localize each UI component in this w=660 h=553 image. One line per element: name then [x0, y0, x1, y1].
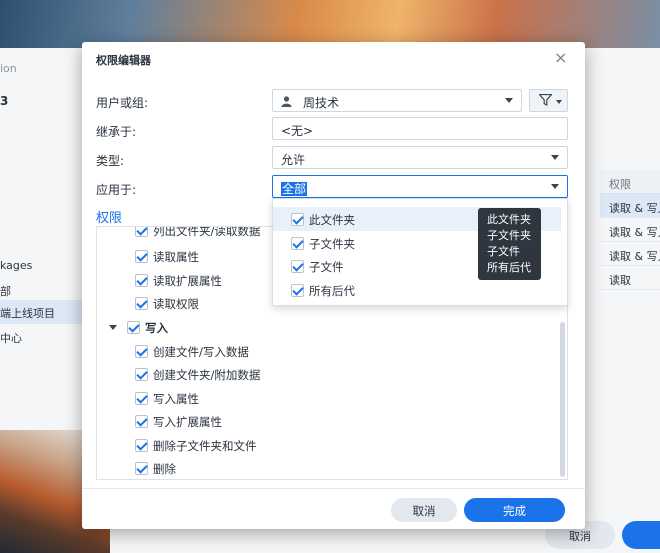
desktop-wallpaper	[0, 0, 660, 48]
checkbox[interactable]	[135, 368, 148, 381]
checkbox[interactable]	[291, 284, 304, 297]
footer-divider	[82, 488, 585, 489]
tooltip: 此文件夹 子文件夹 子文件 所有后代	[478, 208, 541, 280]
background-window-title: ion	[0, 62, 17, 75]
checkbox[interactable]	[127, 321, 140, 334]
scrollbar[interactable]	[560, 322, 565, 480]
user-or-group-label: 用户或组:	[96, 96, 149, 110]
type-label: 类型:	[96, 154, 125, 168]
table-row[interactable]: 读取 & 写入	[600, 218, 660, 242]
permission-item[interactable]: 读取扩展属性	[135, 273, 222, 289]
checkbox[interactable]	[135, 415, 148, 428]
type-select[interactable]: 允许	[272, 146, 568, 169]
apply-to-label: 应用于:	[96, 183, 137, 197]
checkbox[interactable]	[135, 250, 148, 263]
permission-item[interactable]: 删除	[135, 461, 176, 477]
table-row[interactable]: 读取 & 写入	[600, 194, 660, 218]
checkbox[interactable]	[135, 345, 148, 358]
checkbox[interactable]	[291, 213, 304, 226]
chevron-down-icon	[551, 184, 559, 189]
apply-to-value: 全部	[281, 182, 308, 196]
chevron-down-icon	[556, 100, 562, 104]
dropdown-option-all-descendants[interactable]: 所有后代	[273, 278, 561, 302]
table-row[interactable]: 读取	[600, 266, 660, 290]
permissions-section-title: 权限	[96, 211, 123, 226]
scrollbar-thumb[interactable]	[560, 322, 565, 477]
checkbox[interactable]	[135, 274, 148, 287]
close-icon[interactable]: ×	[554, 48, 567, 67]
done-button[interactable]: 完成	[464, 498, 565, 522]
permission-item[interactable]: 读取属性	[135, 249, 199, 265]
chevron-down-icon	[505, 98, 513, 103]
permission-item[interactable]: 写入扩展属性	[135, 414, 222, 430]
filter-icon	[538, 93, 553, 109]
checkbox[interactable]	[135, 439, 148, 452]
permission-item[interactable]: 创建文件夹/附加数据	[135, 367, 260, 383]
permission-item[interactable]: 创建文件/写入数据	[135, 344, 249, 360]
background-heading: 3	[0, 94, 9, 108]
expand-caret-icon[interactable]	[109, 325, 117, 330]
permission-group-write[interactable]: 写入	[109, 320, 168, 336]
cancel-button[interactable]: 取消	[391, 498, 457, 522]
checkbox[interactable]	[135, 462, 148, 475]
checkbox[interactable]	[135, 227, 148, 237]
permission-item[interactable]: 读取权限	[135, 296, 199, 312]
dialog-title: 权限编辑器	[96, 54, 151, 67]
chevron-down-icon	[551, 155, 559, 160]
checkbox[interactable]	[291, 237, 304, 250]
permission-item[interactable]: 写入属性	[135, 391, 199, 407]
sidebar-item-2[interactable]: 部	[0, 283, 11, 299]
table-row[interactable]: 读取 & 写入	[600, 242, 660, 266]
filter-button[interactable]	[529, 89, 568, 112]
sidebar-item-packages[interactable]: kages	[0, 259, 32, 272]
checkbox[interactable]	[135, 392, 148, 405]
sidebar-item-4[interactable]: 中心	[0, 330, 22, 346]
user-icon	[281, 96, 295, 110]
apply-to-select[interactable]: 全部	[272, 175, 568, 198]
type-value: 允许	[281, 153, 306, 167]
permission-item[interactable]: 列出文件夹/读取数据	[135, 227, 260, 239]
user-or-group-select[interactable]: 周技术	[272, 89, 522, 112]
background-ok-button[interactable]	[622, 521, 660, 549]
permission-item[interactable]: 删除子文件夹和文件	[135, 438, 257, 454]
inherit-field: <无>	[272, 117, 568, 140]
inherit-label: 继承于:	[96, 125, 137, 139]
checkbox[interactable]	[135, 297, 148, 310]
user-or-group-value: 周技术	[303, 96, 340, 110]
checkbox[interactable]	[291, 260, 304, 273]
permission-column-header[interactable]: 权限	[600, 170, 660, 194]
